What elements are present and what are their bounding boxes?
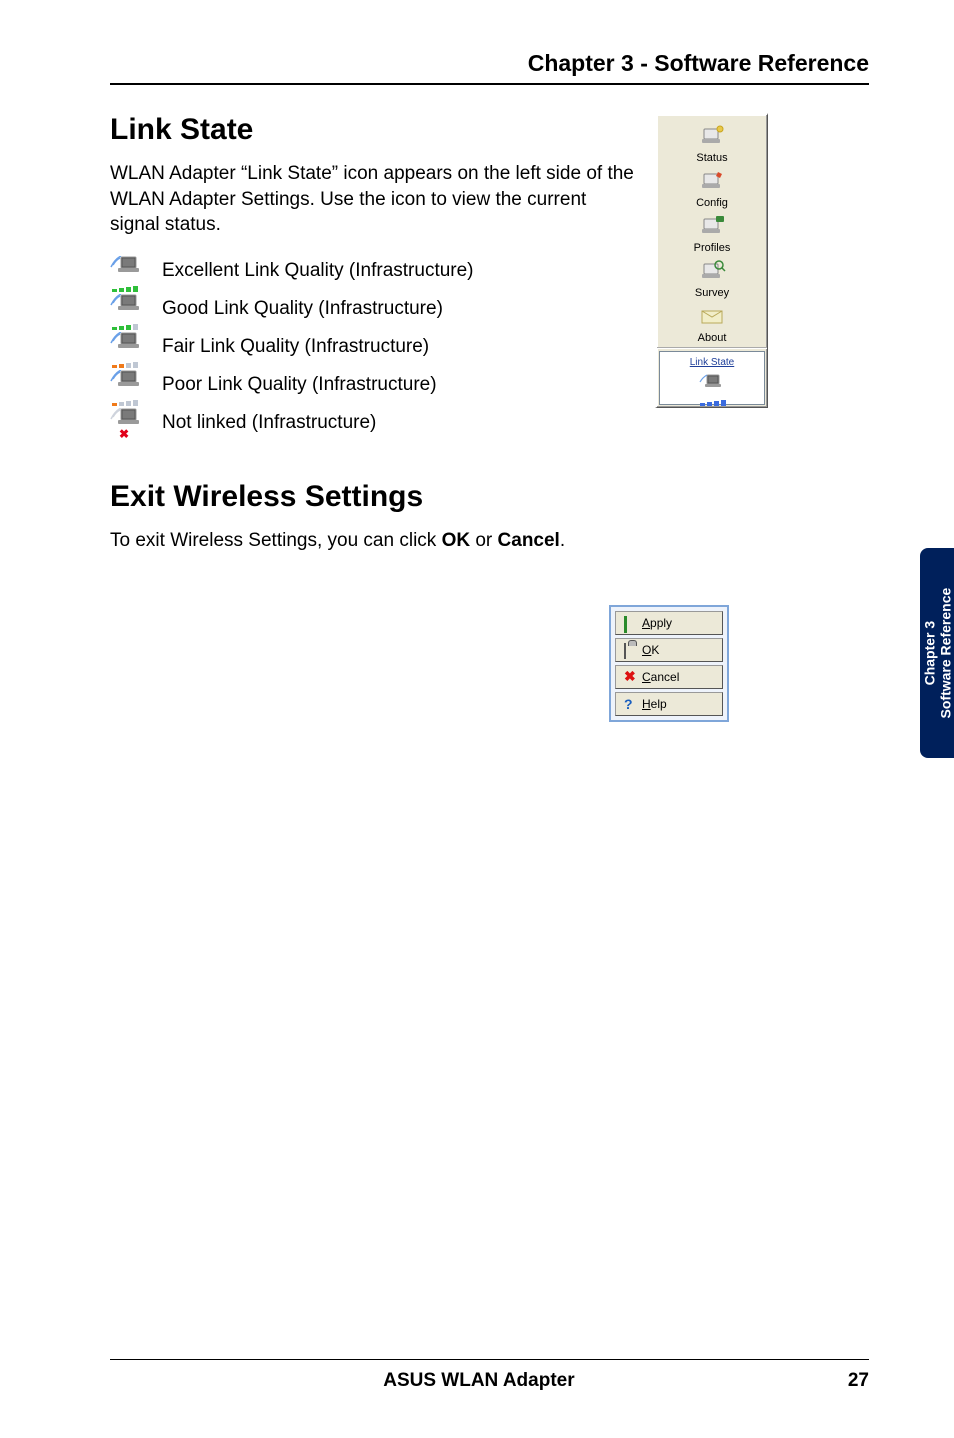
action-buttons-panel: Apply OK ✖ Cancel ? Help [609,605,729,722]
sidebar-link-state-panel: Link State [659,351,765,405]
signal-fair-label: Fair Link Quality (Infrastructure) [162,336,429,358]
sidebar-linkstate-label: Link State [660,356,764,372]
sidebar-item-profiles[interactable]: Profiles [657,211,767,256]
apply-label: Apply [642,616,672,630]
ok-label: OK [642,643,659,657]
question-icon: ? [624,698,636,710]
exit-text: To exit Wireless Settings, you can click… [110,528,869,554]
side-tab: Chapter 3 Software Reference [920,548,954,758]
signal-row-good: Good Link Quality (Infrastructure) [110,294,635,324]
cancel-label: Cancel [642,670,679,684]
exit-text-before: To exit Wireless Settings, you can click [110,530,442,551]
sidebar-config-label: Config [657,196,767,209]
profiles-icon [698,215,726,239]
sidebar-linkstate-icon [698,374,726,398]
status-icon [698,125,726,149]
x-icon: ✖ [119,427,129,441]
signal-poor-label: Poor Link Quality (Infrastructure) [162,374,437,396]
sidebar-status-label: Status [657,151,767,164]
signal-good-label: Good Link Quality (Infrastructure) [162,298,443,320]
footer-page-number: 27 [848,1370,869,1392]
sidebar-about-label: About [657,331,767,344]
exit-or: or [470,530,497,551]
help-button[interactable]: ? Help [615,692,723,716]
link-state-heading: Link State [110,113,635,147]
help-label: Help [642,697,667,711]
sidebar-item-survey[interactable]: Survey [657,256,767,301]
exit-cancel-word: Cancel [498,530,560,551]
footer-title: ASUS WLAN Adapter [383,1370,574,1392]
chapter-header: Chapter 3 - Software Reference [110,50,869,85]
signal-excellent-label: Excellent Link Quality (Infrastructure) [162,260,474,282]
config-icon [698,170,726,194]
page-footer: ASUS WLAN Adapter 27 [110,1359,869,1392]
sidebar-item-about[interactable]: About [657,301,767,346]
check-icon [624,617,636,629]
exit-period: . [560,530,565,551]
side-tab-line1: Chapter 3 [921,588,937,719]
signal-row-excellent: Excellent Link Quality (Infrastructure) [110,256,635,286]
apply-button[interactable]: Apply [615,611,723,635]
settings-sidebar-panel: Status Config Profiles [655,113,768,408]
signal-row-poor: Poor Link Quality (Infrastructure) [110,370,635,400]
cancel-button[interactable]: ✖ Cancel [615,665,723,689]
about-icon [698,305,726,329]
x-icon: ✖ [624,671,636,683]
ok-button[interactable]: OK [615,638,723,662]
sidebar-survey-label: Survey [657,286,767,299]
survey-icon [698,260,726,284]
exit-heading: Exit Wireless Settings [110,480,869,514]
exit-ok-word: OK [442,530,471,551]
signal-excellent-icon [110,256,144,286]
signal-notlinked-label: Not linked (Infrastructure) [162,412,376,434]
sidebar-sep [657,347,767,349]
signal-row-notlinked: ✖ Not linked (Infrastructure) [110,408,635,438]
signal-fair-icon [110,332,144,362]
sidebar-item-status[interactable]: Status [657,115,767,166]
signal-good-icon [110,294,144,324]
sidebar-item-config[interactable]: Config [657,166,767,211]
sidebar-profiles-label: Profiles [657,241,767,254]
side-tab-line2: Software Reference [937,588,953,719]
signal-row-fair: Fair Link Quality (Infrastructure) [110,332,635,362]
signal-notlinked-icon: ✖ [110,408,144,438]
ok-icon [624,644,636,656]
link-state-intro: WLAN Adapter “Link State” icon appears o… [110,161,635,238]
signal-poor-icon [110,370,144,400]
